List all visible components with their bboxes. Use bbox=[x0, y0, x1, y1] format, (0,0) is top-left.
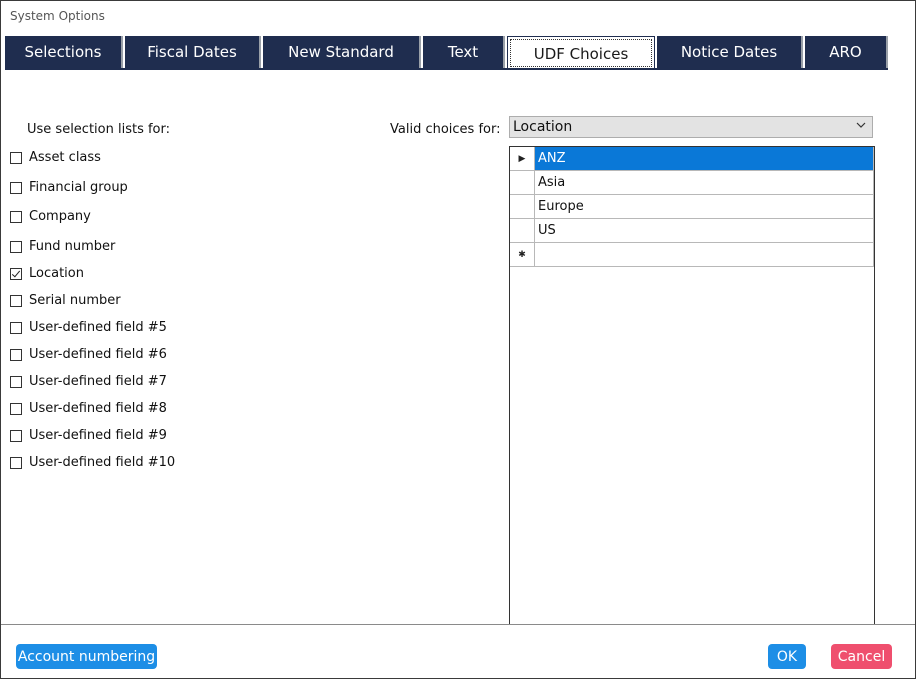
dropdown-value: Location bbox=[513, 119, 573, 135]
valid-choices-label: Valid choices for: bbox=[390, 122, 501, 137]
checkbox-location[interactable]: Location bbox=[10, 266, 84, 281]
checkbox-financial-group[interactable]: Financial group bbox=[10, 180, 128, 195]
checkbox-label: Fund number bbox=[29, 239, 116, 254]
udf-choices-panel: Use selection lists for: Asset class Fin… bbox=[1, 71, 915, 624]
account-numbering-button[interactable]: Account numbering bbox=[16, 644, 157, 669]
new-row-asterisk-icon[interactable]: ✱ bbox=[510, 243, 535, 266]
checkbox-udf-10[interactable]: User-defined field #10 bbox=[10, 455, 175, 470]
checkbox-box[interactable] bbox=[10, 429, 22, 442]
checkbox-udf-5[interactable]: User-defined field #5 bbox=[10, 320, 167, 335]
grid-cell[interactable]: US bbox=[535, 219, 874, 242]
checkbox-label: Location bbox=[29, 266, 84, 281]
tab-fiscal-dates[interactable]: Fiscal Dates bbox=[125, 36, 261, 68]
checkbox-box[interactable] bbox=[10, 321, 22, 334]
checkbox-asset-class[interactable]: Asset class bbox=[10, 150, 101, 165]
grid-cell[interactable]: Europe bbox=[535, 195, 874, 218]
grid-cell[interactable]: Asia bbox=[535, 171, 874, 194]
row-header[interactable] bbox=[510, 219, 535, 242]
row-header[interactable] bbox=[510, 195, 535, 218]
checkbox-label: User-defined field #10 bbox=[29, 455, 176, 470]
valid-choices-dropdown[interactable]: Location bbox=[509, 116, 873, 138]
tab-aro[interactable]: ARO bbox=[805, 36, 888, 68]
window-title: System Options bbox=[10, 9, 105, 23]
checkbox-box[interactable] bbox=[10, 294, 22, 307]
system-options-window: System Options Selections Fiscal Dates N… bbox=[0, 0, 916, 679]
checkbox-label: Asset class bbox=[29, 150, 101, 165]
checkbox-label: Financial group bbox=[29, 180, 128, 195]
tab-selections[interactable]: Selections bbox=[5, 36, 123, 68]
checkbox-box[interactable] bbox=[10, 375, 22, 388]
grid-row[interactable]: Europe bbox=[510, 195, 874, 219]
checkbox-company[interactable]: Company bbox=[10, 209, 91, 224]
checkbox-label: User-defined field #6 bbox=[29, 347, 167, 362]
chevron-down-icon bbox=[856, 120, 866, 133]
choices-grid: ▶ ANZ Asia Europe US ✱ bbox=[509, 146, 875, 624]
checkbox-box[interactable] bbox=[10, 456, 22, 469]
tab-notice-dates[interactable]: Notice Dates bbox=[657, 36, 803, 68]
checkbox-label: Serial number bbox=[29, 293, 121, 308]
checkbox-udf-8[interactable]: User-defined field #8 bbox=[10, 401, 167, 416]
checkbox-label: User-defined field #7 bbox=[29, 374, 167, 389]
grid-cell-selected[interactable]: ANZ bbox=[535, 147, 874, 170]
grid-cell-new[interactable] bbox=[535, 243, 874, 266]
grid-row[interactable]: Asia bbox=[510, 171, 874, 195]
checkbox-fund-number[interactable]: Fund number bbox=[10, 239, 115, 254]
checkbox-box[interactable] bbox=[10, 151, 22, 164]
grid-row[interactable]: US bbox=[510, 219, 874, 243]
grid-row[interactable]: ▶ ANZ bbox=[510, 147, 874, 171]
footer-divider bbox=[1, 624, 915, 625]
row-header[interactable] bbox=[510, 171, 535, 194]
checkbox-box[interactable] bbox=[10, 348, 22, 361]
checkbox-box[interactable] bbox=[10, 402, 22, 415]
current-row-arrow-icon[interactable]: ▶ bbox=[510, 147, 535, 170]
checkbox-udf-9[interactable]: User-defined field #9 bbox=[10, 428, 167, 443]
checkbox-label: Company bbox=[29, 209, 91, 224]
checkbox-label: User-defined field #9 bbox=[29, 428, 167, 443]
checkbox-label: User-defined field #5 bbox=[29, 320, 167, 335]
selection-lists-heading: Use selection lists for: bbox=[27, 122, 171, 137]
checkbox-box[interactable] bbox=[10, 240, 22, 253]
tab-new-standard[interactable]: New Standard bbox=[263, 36, 421, 68]
grid-new-row[interactable]: ✱ bbox=[510, 243, 874, 267]
ok-button[interactable]: OK bbox=[768, 644, 806, 669]
checkbox-udf-7[interactable]: User-defined field #7 bbox=[10, 374, 167, 389]
tab-text[interactable]: Text bbox=[423, 36, 505, 68]
checkbox-udf-6[interactable]: User-defined field #6 bbox=[10, 347, 167, 362]
checkbox-box[interactable] bbox=[10, 210, 22, 223]
tab-udf-choices[interactable]: UDF Choices bbox=[507, 36, 655, 70]
cancel-button[interactable]: Cancel bbox=[831, 644, 892, 669]
checkbox-serial-number[interactable]: Serial number bbox=[10, 293, 121, 308]
checkbox-box-checked[interactable] bbox=[10, 267, 22, 280]
checkbox-label: User-defined field #8 bbox=[29, 401, 167, 416]
checkbox-box[interactable] bbox=[10, 181, 22, 194]
tab-strip-underline bbox=[5, 68, 888, 70]
